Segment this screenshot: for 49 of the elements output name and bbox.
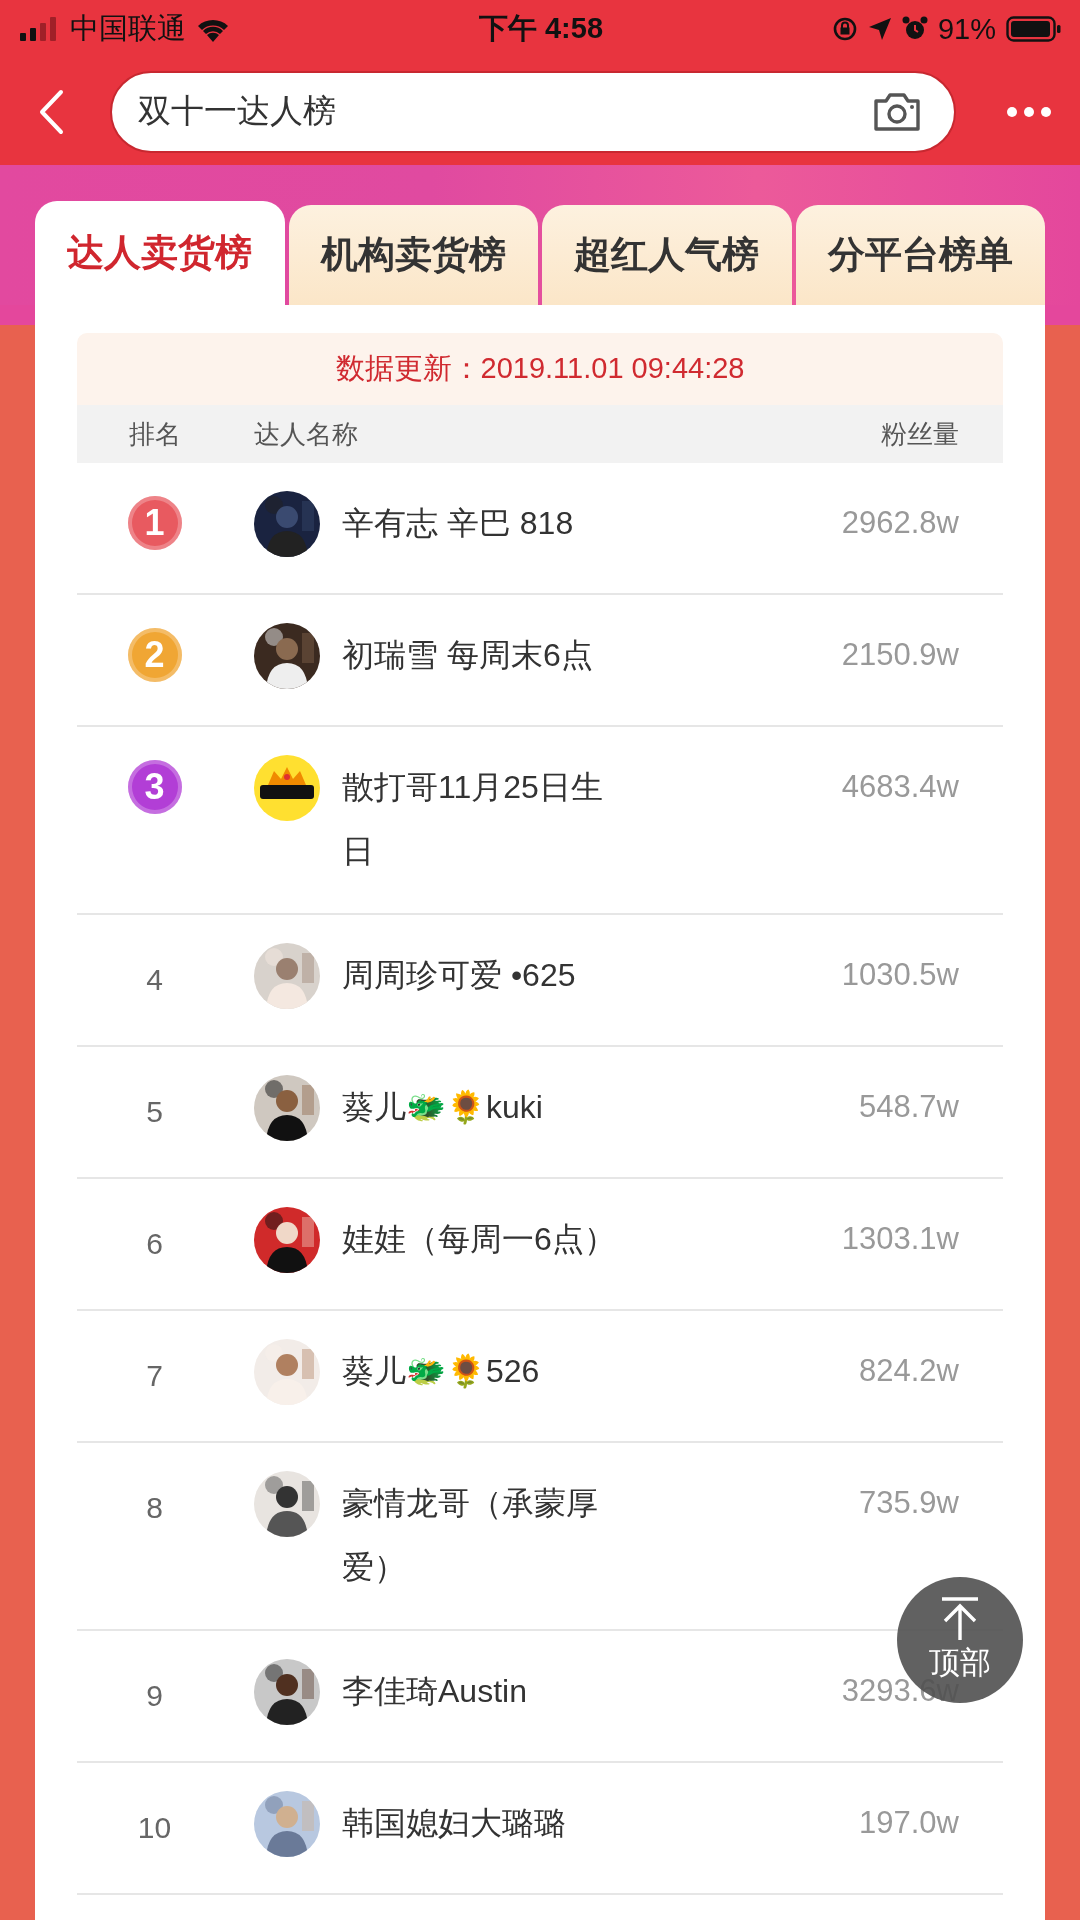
follower-count: 197.0w	[859, 1805, 959, 1840]
follower-count: 1303.1w	[841, 1221, 959, 1256]
tab[interactable]: 机构卖货榜	[288, 205, 538, 305]
streamer-name: 豪情龙哥（承蒙厚爱）	[342, 1484, 599, 1587]
follower-count: 2150.9w	[841, 637, 959, 672]
more-icon[interactable]	[1006, 105, 1052, 118]
rank-number: 10	[137, 1810, 172, 1846]
battery-icon	[1006, 16, 1062, 42]
streamer-name: 葵儿🐲🌻526	[342, 1352, 541, 1391]
rotation-lock-icon	[831, 16, 858, 42]
rank-number: 4	[146, 962, 163, 998]
follower-count: 735.9w	[859, 1485, 959, 1520]
follower-count: 1030.5w	[841, 957, 959, 992]
rank-number: 7	[146, 1358, 163, 1394]
streamer-name: 韩国媳妇大璐璐	[342, 1804, 567, 1843]
back-icon[interactable]	[38, 88, 64, 135]
streamer-name: 李佳琦Austin	[342, 1672, 528, 1711]
alarm-icon	[901, 16, 928, 42]
rank-number: 6	[146, 1226, 163, 1262]
rank-number: 5	[146, 1094, 163, 1130]
streamer-name: 散打哥11月25日生日	[342, 768, 604, 871]
arrow-up-icon	[940, 1596, 980, 1640]
follower-count: 824.2w	[859, 1353, 959, 1388]
status-time: 下午 4:58	[478, 11, 604, 46]
rank-number: 9	[146, 1678, 163, 1714]
follower-count: 4683.4w	[841, 769, 959, 804]
follower-count: 548.7w	[859, 1089, 959, 1124]
streamer-name: 辛有志 辛巴 818	[342, 504, 575, 543]
follower-count: 2962.8w	[841, 505, 959, 540]
streamer-name: 葵儿🐲🌻kuki	[342, 1088, 544, 1127]
streamer-name: 娃娃（每周一6点）	[342, 1220, 617, 1259]
battery-percent: 91%	[937, 12, 996, 46]
location-icon	[867, 17, 892, 41]
rank-badge: 2	[127, 628, 182, 682]
column-header: 排名	[127, 417, 182, 451]
streamer-name: 周周珍可爱 •625	[342, 956, 577, 995]
tab[interactable]: 超红人气榜	[542, 205, 792, 305]
rank-badge: 1	[127, 496, 182, 550]
carrier-name: 中国联通	[70, 11, 186, 46]
camera-icon[interactable]	[872, 90, 922, 133]
column-header: 达人名称	[254, 417, 359, 451]
update-time: 数据更新：2019.11.01 09:44:28	[335, 351, 745, 386]
streamer-name: 初瑞雪 每周末6点	[342, 636, 594, 675]
rank-number: 8	[146, 1490, 163, 1526]
search-field[interactable]: 双十一达人榜	[110, 70, 956, 153]
rank-badge: 3	[127, 760, 182, 814]
tab[interactable]: 分平台榜单	[795, 205, 1045, 305]
column-header: 粉丝量	[880, 417, 960, 451]
tab[interactable]: 达人卖货榜	[35, 201, 285, 305]
